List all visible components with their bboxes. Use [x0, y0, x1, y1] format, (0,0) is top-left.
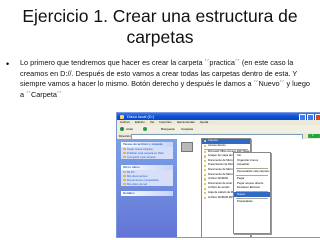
explorer-screenshot: Disco local (D:) Archivo Edición Ver Favori…: [116, 112, 320, 238]
context-customize[interactable]: Personalizar esta carpeta...: [234, 169, 271, 174]
menu-archivo[interactable]: Archivo: [120, 121, 130, 124]
menu-herramientas[interactable]: Herramientas: [177, 121, 195, 124]
menu-ver[interactable]: Ver: [150, 121, 155, 124]
task-share-folder[interactable]: Compartir esta carpeta: [121, 155, 173, 159]
details-panel-header[interactable]: Detalles: [121, 191, 173, 196]
tasks-panel: Tareas de archivo y carpeta Crear nueva …: [121, 142, 173, 159]
forward-arrow-icon[interactable]: [143, 127, 147, 131]
context-properties[interactable]: Propiedades: [234, 199, 270, 204]
window-title: Disco local (D:): [127, 114, 155, 119]
places-panel: Otros sitios Mi PC Mis documentos Docume…: [121, 165, 173, 186]
menu-ayuda[interactable]: Ayuda: [200, 121, 208, 124]
context-refresh[interactable]: Actualizar: [234, 162, 270, 167]
context-menu: Ver Organizar iconos Actualizar Personal…: [233, 152, 271, 234]
menu-separator: [236, 197, 268, 198]
details-panel: Detalles: [121, 191, 173, 196]
task-pane: Tareas de archivo y carpeta Crear nueva …: [117, 139, 177, 237]
address-label: Dirección: [119, 133, 131, 138]
menu-favoritos[interactable]: Favoritos: [159, 121, 171, 124]
menu-separator: [236, 190, 268, 191]
go-button[interactable]: Ir: [308, 134, 320, 138]
drive-icon: [120, 114, 124, 119]
folder-item-icon[interactable]: [181, 142, 193, 152]
bullet-marker: •: [6, 59, 10, 69]
slide-title: Ejercicio 1. Crear una estructura de car…: [0, 6, 320, 48]
slide-title-line-1: Ejercicio 1. Crear una estructura de: [22, 6, 298, 26]
back-label: Atrás: [126, 126, 134, 131]
menu-separator: [236, 174, 268, 175]
place-network[interactable]: Mis sitios de red: [121, 182, 173, 186]
context-undo[interactable]: Deshacer Eliminar: [234, 185, 270, 190]
slide-title-line-2: carpetas: [126, 27, 194, 47]
search-button[interactable]: Búsqueda: [161, 127, 175, 131]
instruction-text: Lo primero que tendremos que hacer es cr…: [20, 58, 310, 99]
context-new[interactable]: Nuevo: [234, 192, 270, 197]
window-titlebar: Disco local (D:): [117, 113, 320, 121]
new-shortcut-item[interactable]: Acceso directo: [202, 144, 250, 149]
menu-separator: [236, 167, 268, 168]
back-arrow-icon[interactable]: [120, 127, 124, 131]
folders-button[interactable]: Carpetas: [181, 127, 193, 131]
go-label: Ir: [312, 133, 314, 137]
menu-edicion[interactable]: Edición: [135, 121, 145, 124]
